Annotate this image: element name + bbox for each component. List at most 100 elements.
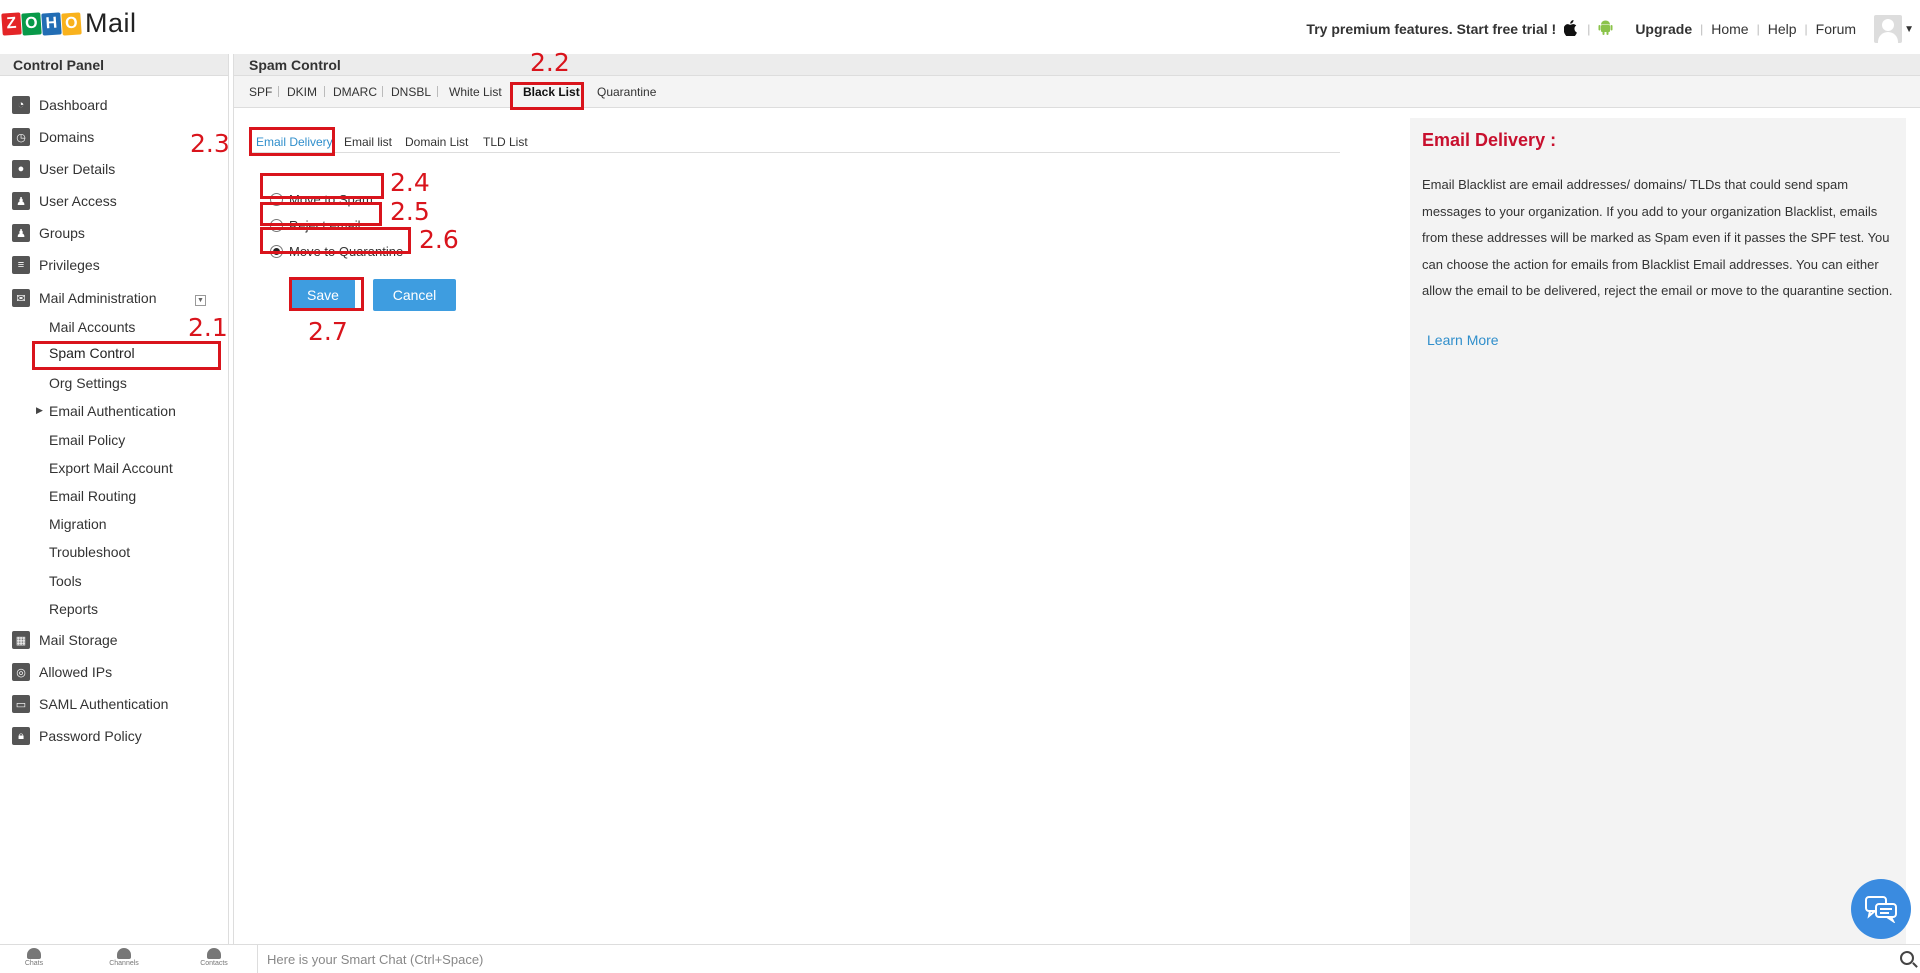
envelope-icon: ✉ (12, 289, 30, 307)
learn-more-link[interactable]: Learn More (1427, 332, 1499, 348)
sub-item-reports[interactable]: Reports (49, 598, 98, 620)
info-panel: Email Delivery : Email Blacklist are ema… (1410, 118, 1906, 944)
separator: | (1756, 22, 1760, 36)
sidebar-item-allowed-ips[interactable]: ◎ Allowed IPs (12, 660, 112, 684)
help-link[interactable]: Help (1768, 21, 1797, 37)
sub-item-tools[interactable]: Tools (49, 570, 82, 592)
chat-icon (1865, 896, 1897, 923)
info-description: Email Blacklist are email addresses/ dom… (1422, 177, 1893, 298)
sidebar-item-label: SAML Authentication (39, 696, 169, 712)
avatar[interactable] (1874, 15, 1903, 43)
separator (437, 86, 438, 97)
contacts-button[interactable]: Contacts (194, 948, 234, 967)
spam-control-tabs: SPF DKIM DMARC DNSBL White List Black Li… (234, 76, 1920, 108)
contacts-label: Contacts (200, 960, 228, 967)
sidebar-item-saml-authentication[interactable]: ▭ SAML Authentication (12, 692, 168, 716)
tab-dkim[interactable]: DKIM (287, 85, 317, 99)
top-bar: Z O H O Mail Try premium features. Start… (0, 0, 1920, 50)
android-icon[interactable] (1598, 19, 1613, 39)
domains-icon: ◷ (12, 128, 30, 146)
sidebar-item-mail-administration[interactable]: ✉ Mail Administration (12, 286, 157, 310)
sidebar-item-label: Mail Storage (39, 632, 118, 648)
tab-quarantine[interactable]: Quarantine (597, 85, 656, 99)
separator: | (1804, 22, 1808, 36)
control-panel-header: Control Panel (0, 54, 228, 76)
storage-icon: ▦ (12, 631, 30, 649)
free-trial-link[interactable]: Try premium features. Start free trial ! (1306, 21, 1556, 37)
zoho-mail-logo[interactable]: Z O H O Mail (1, 8, 137, 39)
cancel-button[interactable]: Cancel (373, 279, 456, 311)
chevron-down-icon[interactable]: ▼ (1904, 24, 1914, 35)
annotation-label: 2.1 (188, 313, 228, 342)
channels-button[interactable]: Channels (104, 948, 144, 967)
sub-item-spam-control[interactable]: Spam Control (49, 345, 135, 361)
logo-letter-o2: O (61, 11, 82, 36)
chats-button[interactable]: Chats (14, 948, 54, 967)
sidebar-item-user-access[interactable]: ♟ User Access (12, 189, 117, 213)
user-access-icon: ♟ (12, 192, 30, 210)
monitor-icon: ▭ (12, 695, 30, 713)
separator (278, 86, 279, 97)
sidebar-item-password-policy[interactable]: 🔒︎ Password Policy (12, 724, 142, 748)
sidebar-item-label: Password Policy (39, 728, 142, 744)
separator: | (1587, 22, 1591, 36)
home-link[interactable]: Home (1711, 21, 1748, 37)
sub-item-email-authentication[interactable]: Email Authentication (49, 400, 176, 422)
tab-white-list[interactable]: White List (449, 85, 502, 99)
sub-item-org-settings[interactable]: Org Settings (49, 372, 127, 394)
sidebar-item-label: Domains (39, 129, 95, 145)
sidebar-item-privileges[interactable]: ≡ Privileges (12, 253, 100, 277)
tab-dnsbl[interactable]: DNSBL (391, 85, 431, 99)
sidebar-item-label: Groups (39, 225, 85, 241)
upgrade-link[interactable]: Upgrade (1635, 21, 1692, 37)
sub-item-migration[interactable]: Migration (49, 513, 107, 535)
sub-item-export-mail-account[interactable]: Export Mail Account (49, 457, 173, 479)
sidebar-item-domains[interactable]: ◷ Domains (12, 125, 94, 149)
separator (382, 86, 383, 97)
logo-letter-z: Z (1, 11, 22, 36)
bottom-bar: Chats Channels Contacts Here is your Sma… (0, 944, 1920, 973)
sidebar-item-label: User Access (39, 193, 117, 209)
tab-spf[interactable]: SPF (249, 85, 272, 99)
dashboard-icon: ◔ (12, 96, 30, 114)
annotation-label: 2.5 (390, 197, 430, 226)
sidebar-item-user-details[interactable]: ● User Details (12, 157, 115, 181)
sidebar-item-label: Allowed IPs (39, 664, 113, 680)
subtab-email-list[interactable]: Email list (344, 135, 392, 149)
annotation-label: 2.2 (530, 48, 570, 77)
sub-item-mail-accounts[interactable]: Mail Accounts (49, 316, 135, 338)
annotation-label: 2.6 (419, 225, 459, 254)
logo-text: Mail (85, 8, 137, 38)
annotation-box-black-list (510, 82, 584, 110)
expand-arrow-icon[interactable]: ▶ (36, 405, 43, 416)
sidebar-item-mail-storage[interactable]: ▦ Mail Storage (12, 628, 118, 652)
collapse-toggle-icon[interactable]: ▼ (195, 295, 206, 306)
user-icon: ● (12, 160, 30, 178)
sub-item-email-policy[interactable]: Email Policy (49, 429, 125, 451)
tab-dmarc[interactable]: DMARC (333, 85, 377, 99)
search-icon[interactable] (1900, 951, 1914, 965)
subtab-divider (250, 152, 1340, 153)
lock-icon: 🔒︎ (12, 727, 30, 745)
sidebar-item-groups[interactable]: ♟ Groups (12, 221, 85, 245)
forum-link[interactable]: Forum (1816, 21, 1856, 37)
channels-label: Channels (109, 960, 139, 967)
sidebar-item-dashboard[interactable]: ◔ Dashboard (12, 93, 108, 117)
smart-chat-input[interactable]: Here is your Smart Chat (Ctrl+Space) (257, 945, 1897, 973)
separator (324, 86, 325, 97)
annotation-label: 2.3 (190, 129, 230, 158)
subtab-tld-list[interactable]: TLD List (483, 135, 528, 149)
separator: | (1700, 22, 1704, 36)
contacts-icon (207, 948, 221, 959)
sub-item-email-routing[interactable]: Email Routing (49, 485, 136, 507)
sidebar-item-label: User Details (39, 161, 116, 177)
ip-icon: ◎ (12, 663, 30, 681)
privileges-icon: ≡ (12, 256, 30, 274)
subtab-domain-list[interactable]: Domain List (405, 135, 468, 149)
logo-letter-o1: O (21, 11, 42, 36)
apple-icon[interactable] (1563, 19, 1579, 39)
sub-item-troubleshoot[interactable]: Troubleshoot (49, 541, 130, 563)
channels-icon (117, 948, 131, 959)
chat-support-button[interactable] (1851, 879, 1911, 939)
annotation-box-save (289, 277, 364, 311)
